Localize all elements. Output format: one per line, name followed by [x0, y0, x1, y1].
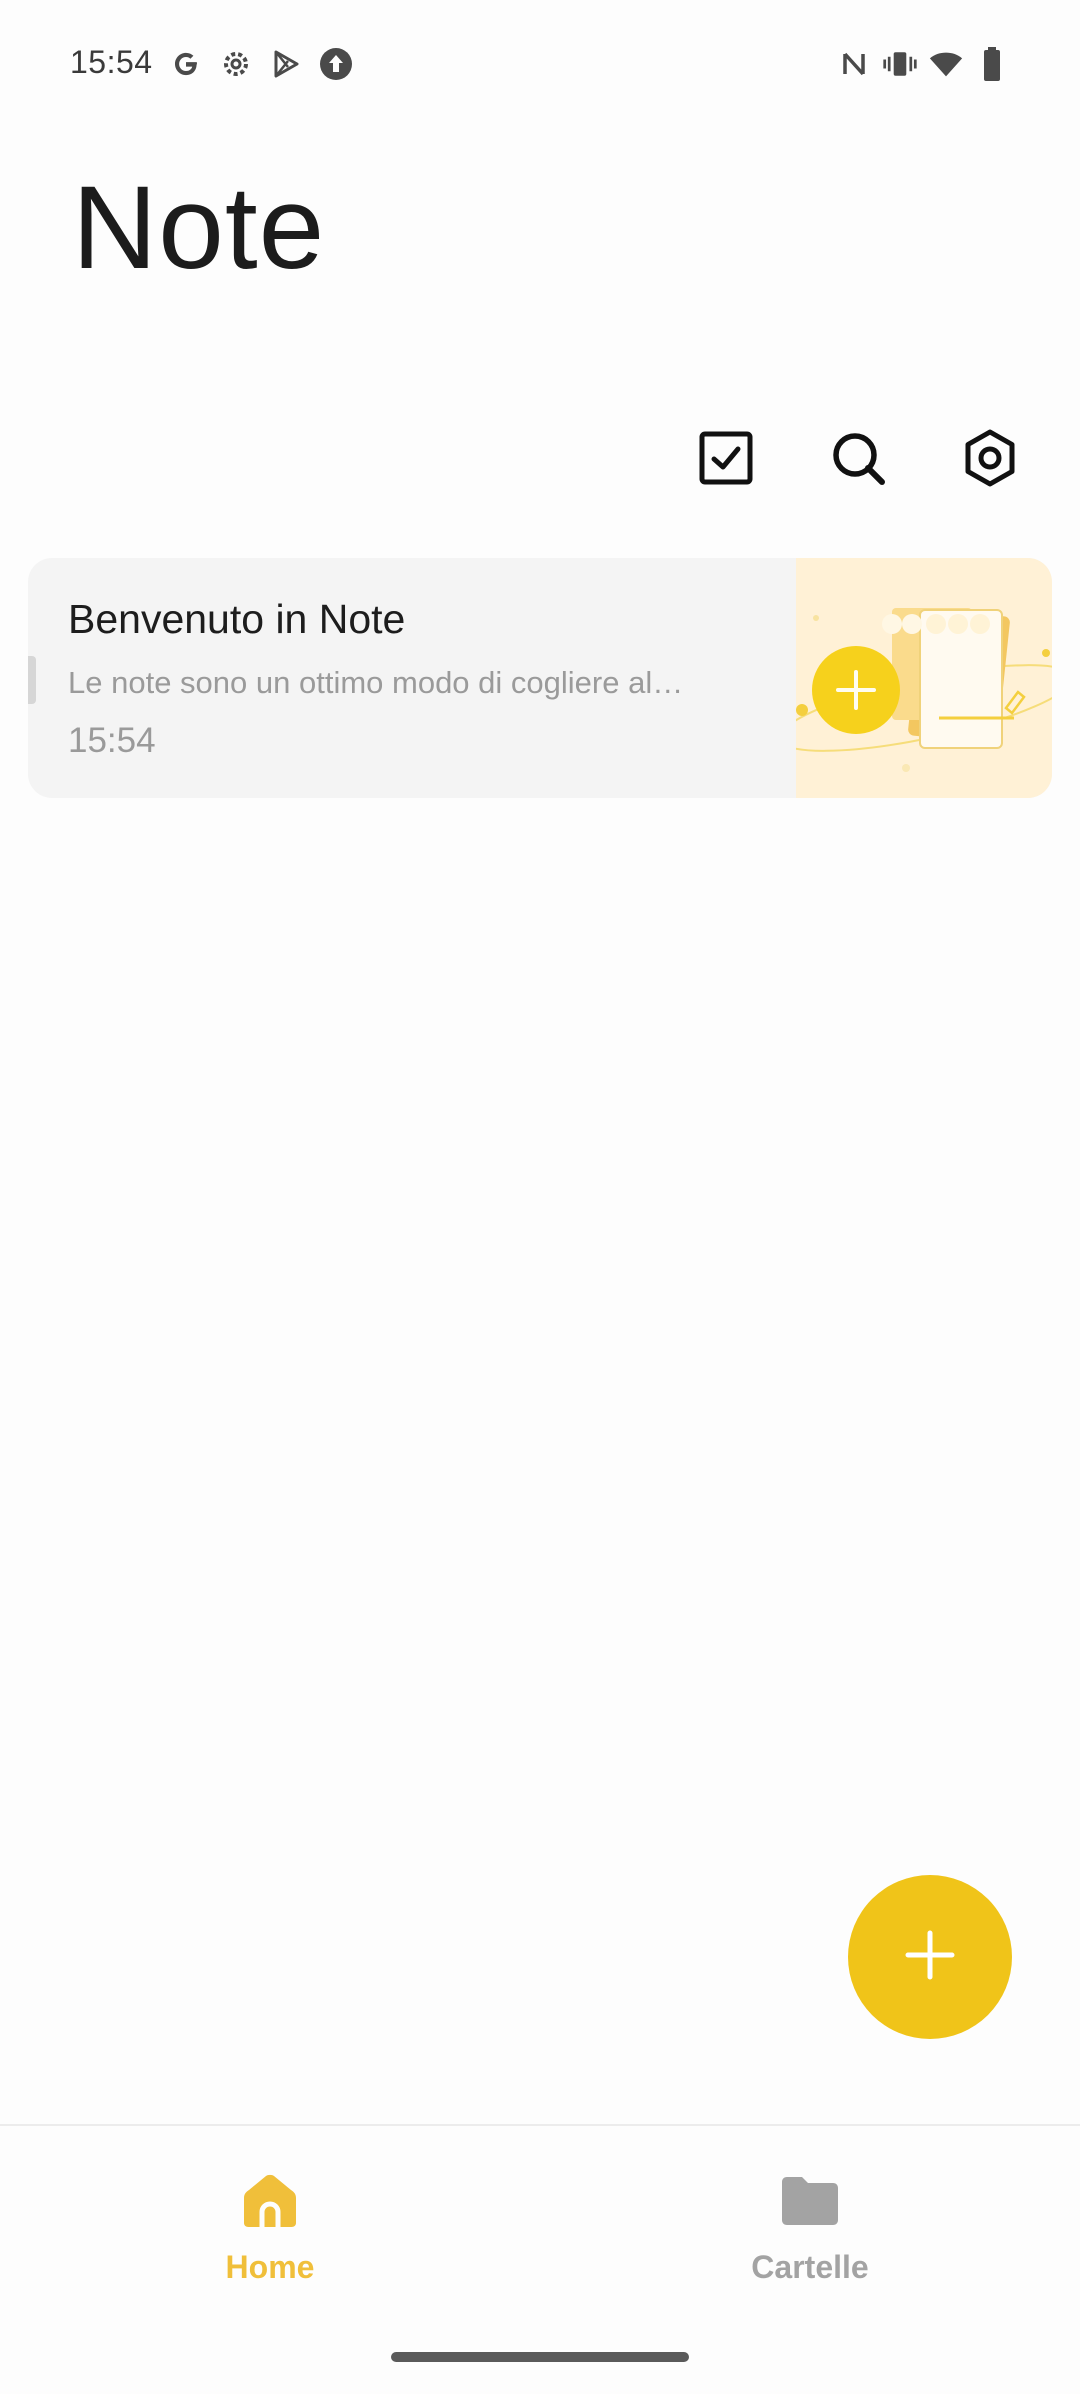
note-time: 15:54: [68, 721, 156, 760]
play-store-icon: [268, 46, 304, 82]
status-bar: 15:54: [0, 0, 1080, 130]
note-illustration-icon: [778, 608, 1052, 772]
vibrate-icon: [882, 46, 918, 82]
page-title: Note: [72, 162, 326, 294]
search-button[interactable]: [818, 420, 898, 500]
nav-item-home[interactable]: Home: [140, 2170, 400, 2286]
status-left-icons: [168, 46, 354, 82]
note-thumbnail: [778, 558, 1052, 798]
add-note-button[interactable]: [848, 1875, 1012, 2039]
checkbox-icon: [698, 430, 754, 491]
drag-handle: [28, 656, 36, 704]
select-notes-button[interactable]: [686, 420, 766, 500]
plus-icon: [902, 1927, 958, 1988]
toolbar: [686, 420, 1030, 500]
folder-icon: [780, 2170, 840, 2235]
note-preview: Le note sono un ottimo modo di cogliere …: [68, 665, 684, 700]
search-icon: [830, 430, 886, 491]
settings-icon: [961, 429, 1019, 492]
note-text-block: Benvenuto in Note Le note sono un ottimo…: [68, 596, 758, 761]
upload-icon: [318, 46, 354, 82]
wifi-icon: [928, 46, 964, 82]
status-right-icons: [836, 46, 1010, 82]
home-icon: [240, 2170, 300, 2235]
settings-button[interactable]: [950, 420, 1030, 500]
google-icon: [168, 46, 204, 82]
nfc-icon: [836, 46, 872, 82]
note-title: Benvenuto in Note: [68, 596, 406, 642]
battery-icon: [974, 46, 1010, 82]
home-indicator[interactable]: [391, 2352, 689, 2362]
settings-gear-icon: [218, 46, 254, 82]
note-card[interactable]: Benvenuto in Note Le note sono un ottimo…: [28, 558, 1052, 798]
nav-label-home: Home: [225, 2249, 315, 2285]
status-time: 15:54: [70, 44, 153, 80]
nav-item-cartelle[interactable]: Cartelle: [680, 2170, 940, 2286]
nav-label-cartelle: Cartelle: [751, 2249, 869, 2285]
